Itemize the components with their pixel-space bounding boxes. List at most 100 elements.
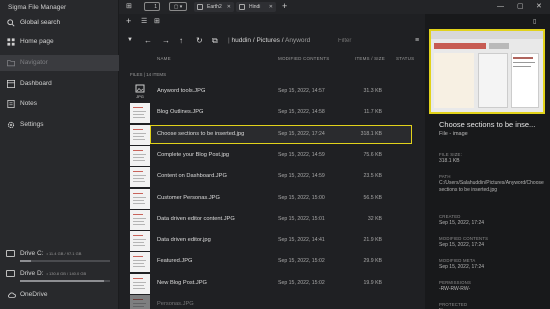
sidebar-item-notes[interactable]: Notes bbox=[0, 96, 119, 112]
file-size: 19.9 KB bbox=[363, 279, 382, 286]
file-name: Data driven editor.jpg bbox=[157, 237, 211, 244]
table-row[interactable]: Content on Dashboard.JPG Sep 15, 2022, 14… bbox=[119, 166, 425, 188]
table-row[interactable]: JPG Anyword tools.JPG Sep 15, 2022, 14:57 3… bbox=[119, 81, 425, 102]
file-modified: Sep 15, 2022, 15:01 bbox=[278, 215, 325, 222]
add-tab-button[interactable]: + bbox=[282, 2, 287, 11]
forward-button[interactable]: → bbox=[162, 36, 170, 45]
file-list: NAME MODIFIED CONTENTS ITEMS / SIZE STAT… bbox=[119, 51, 425, 309]
file-name: Anyword tools.JPG bbox=[157, 88, 206, 94]
meta-value: Sep 15, 2022, 17:24 bbox=[439, 220, 485, 226]
breadcrumb-current[interactable]: Anyword bbox=[285, 37, 310, 44]
sidebar-item-label: Navigator bbox=[20, 59, 48, 66]
minimize-button[interactable]: — bbox=[497, 2, 504, 11]
pane-toggle-icon[interactable]: ▯ bbox=[533, 18, 536, 27]
table-row[interactable]: Blog Outlines.JPG Sep 15, 2022, 14:58 11.7… bbox=[119, 102, 425, 124]
table-row[interactable]: Featured.JPG Sep 15, 2022, 15:02 29.9 KB bbox=[119, 251, 425, 273]
window-menu-button[interactable]: ▢ ▾ bbox=[169, 2, 187, 11]
address-bar: ▼ ← → ↑ ↻ ⧉ | huddin / Pictures / Anywor… bbox=[119, 31, 425, 51]
column-header-modified[interactable]: MODIFIED CONTENTS bbox=[278, 56, 329, 61]
file-size: 318.1 KB bbox=[360, 130, 382, 137]
breadcrumb[interactable]: | huddin / Pictures / Anyword bbox=[228, 37, 310, 44]
file-size: 56.5 KB bbox=[363, 194, 382, 201]
filter-input[interactable] bbox=[338, 35, 418, 47]
global-search-button[interactable]: Global search bbox=[0, 16, 119, 30]
filter-options-icon[interactable]: ≡ bbox=[415, 37, 419, 44]
dropdown-icon[interactable]: ▼ bbox=[127, 36, 133, 45]
file-size: 21.9 KB bbox=[363, 237, 382, 244]
workspace-icon[interactable]: ⊞ bbox=[126, 2, 132, 11]
image-thumbnail bbox=[130, 103, 150, 124]
back-button[interactable]: ← bbox=[144, 36, 152, 45]
meta-value: -RW-RW-RW- bbox=[439, 286, 471, 292]
drive-c-item[interactable]: Drive C: • 11.4 GB / 97.1 GB bbox=[0, 246, 119, 268]
column-header-items-size[interactable]: ITEMS / SIZE bbox=[355, 56, 385, 61]
grid-icon bbox=[7, 38, 15, 46]
file-name: Personas.JPG bbox=[157, 301, 194, 307]
refresh-button[interactable]: ↻ bbox=[196, 36, 203, 45]
tab-earth2[interactable]: Earth2 ✕ bbox=[194, 2, 234, 12]
file-name: Blog Outlines.JPG bbox=[157, 109, 204, 116]
close-icon[interactable]: ✕ bbox=[227, 2, 231, 12]
maximize-button[interactable]: ▢ bbox=[517, 2, 524, 11]
global-search-label: Global search bbox=[20, 19, 61, 26]
file-size: 75.6 KB bbox=[363, 151, 382, 158]
image-thumbnail bbox=[130, 231, 150, 252]
table-row[interactable]: Choose sections to be inserted.jpg Sep 15… bbox=[119, 124, 425, 145]
onedrive-label: OneDrive bbox=[20, 291, 48, 298]
tab-label: Hindi bbox=[249, 4, 261, 10]
file-name: Data driven editor content.JPG bbox=[157, 215, 235, 222]
tab-counter-button[interactable]: 1 bbox=[144, 2, 160, 11]
drive-usage-bar bbox=[20, 260, 110, 262]
meta-key: MODIFIED META bbox=[439, 258, 476, 263]
file-modified: Sep 15, 2022, 14:59 bbox=[278, 151, 325, 158]
column-header-status[interactable]: STATUS bbox=[396, 56, 414, 61]
meta-value: Sep 15, 2022, 17:24 bbox=[439, 242, 485, 248]
column-header-name[interactable]: NAME bbox=[157, 56, 171, 61]
table-row[interactable]: Data driven editor.jpg Sep 15, 2022, 14:4… bbox=[119, 230, 425, 252]
file-modified: Sep 15, 2022, 14:41 bbox=[278, 237, 325, 244]
list-view-icon[interactable]: ☰ bbox=[141, 17, 147, 26]
table-row[interactable]: Data driven editor content.JPG Sep 15, 20… bbox=[119, 209, 425, 230]
close-window-button[interactable]: ✕ bbox=[536, 2, 542, 11]
file-size: 29.9 KB bbox=[363, 258, 382, 265]
tab-bar: ⊞ 1 ▢ ▾ Earth2 ✕ Hindi ✕ + — ▢ ✕ bbox=[119, 0, 550, 14]
table-row[interactable]: Complete your Blog Post.jpg Sep 15, 2022,… bbox=[119, 145, 425, 166]
action-toolbar: + ☰ ⊞ bbox=[119, 14, 425, 30]
sidebar-item-onedrive[interactable]: OneDrive bbox=[0, 287, 119, 303]
file-modified: Sep 15, 2022, 15:02 bbox=[278, 279, 325, 286]
meta-key: PATH bbox=[439, 174, 451, 179]
tab-label: Earth2 bbox=[207, 4, 222, 10]
table-row[interactable]: New Blog Post.JPG Sep 15, 2022, 15:02 19.9… bbox=[119, 273, 425, 294]
tab-hindi[interactable]: Hindi ✕ bbox=[236, 2, 276, 12]
file-modified: Sep 15, 2022, 15:02 bbox=[278, 258, 325, 265]
sidebar-item-home-page[interactable]: Home page bbox=[0, 34, 119, 50]
drive-d-item[interactable]: Drive D: • 130.8 GB / 140.0 GB bbox=[0, 266, 119, 288]
file-name: Complete your Blog Post.jpg bbox=[157, 151, 230, 158]
table-row[interactable]: Personas.JPG bbox=[119, 294, 425, 309]
up-button[interactable]: ↑ bbox=[179, 36, 183, 45]
cloud-icon bbox=[7, 292, 16, 298]
file-modified: Sep 15, 2022, 17:24 bbox=[278, 130, 325, 137]
table-row[interactable]: Customer Personas.JPG Sep 15, 2022, 15:00… bbox=[119, 188, 425, 209]
file-size: 31.3 KB bbox=[363, 88, 382, 94]
breadcrumb-path[interactable]: huddin / Pictures / bbox=[232, 37, 284, 44]
sidebar-item-dashboard[interactable]: Dashboard bbox=[0, 76, 119, 92]
image-thumbnail bbox=[130, 124, 150, 145]
image-thumbnail bbox=[130, 145, 150, 166]
sidebar-item-settings[interactable]: Settings bbox=[0, 117, 119, 133]
new-item-button[interactable]: + bbox=[126, 17, 131, 26]
drive-usage-bar bbox=[20, 280, 110, 282]
drive-icon bbox=[6, 250, 15, 257]
image-thumbnail bbox=[130, 188, 150, 209]
image-thumbnail bbox=[130, 209, 150, 230]
folder-icon bbox=[197, 4, 203, 10]
sidebar-item-navigator[interactable]: Navigator bbox=[0, 55, 119, 71]
meta-key: CREATED bbox=[439, 214, 461, 219]
folder-icon bbox=[239, 4, 245, 10]
meta-value: Sep 15, 2022, 17:24 bbox=[439, 264, 485, 270]
meta-key: PROTECTED bbox=[439, 302, 468, 307]
copy-path-button[interactable]: ⧉ bbox=[212, 36, 218, 45]
file-count: FILES | 14 ITEMS bbox=[130, 72, 167, 77]
grid-view-icon[interactable]: ⊞ bbox=[154, 17, 160, 26]
close-icon[interactable]: ✕ bbox=[269, 2, 273, 12]
